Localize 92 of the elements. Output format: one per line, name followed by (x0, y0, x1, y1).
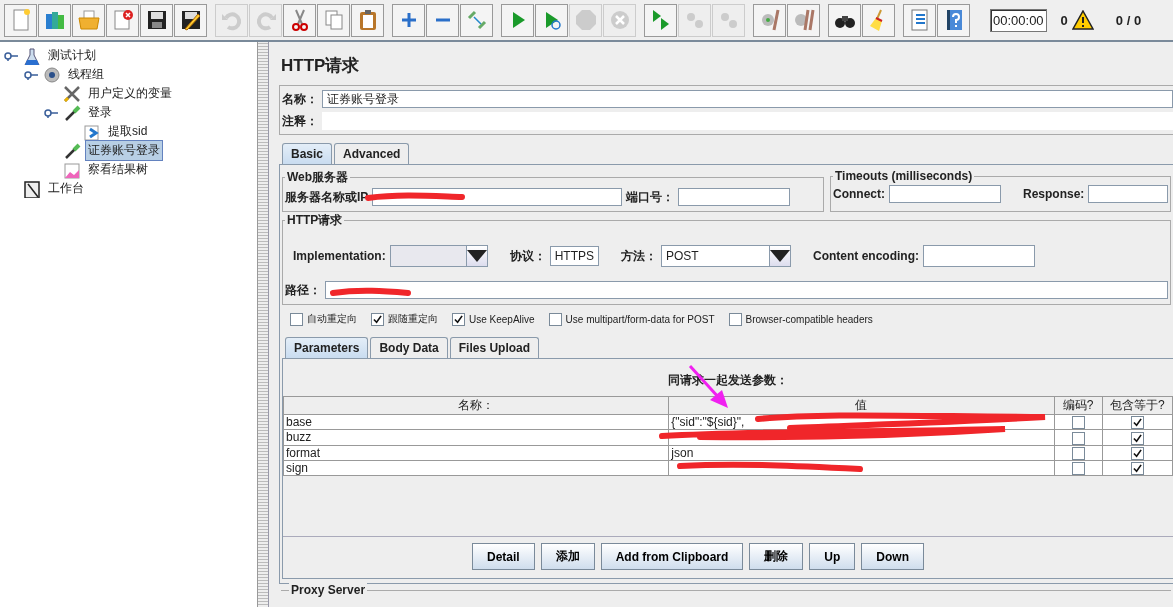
toolbar-button[interactable] (174, 3, 207, 37)
checkbox[interactable] (1071, 431, 1085, 445)
checkbox[interactable] (1071, 447, 1085, 460)
field-label: 方法： (621, 247, 657, 265)
group-title: Proxy Server (289, 583, 368, 597)
table-cell: json (668, 445, 1055, 461)
option-label: 自动重定向 (307, 312, 357, 326)
checkbox[interactable] (290, 312, 303, 326)
splitter-handle[interactable] (258, 42, 269, 607)
checkbox[interactable] (1130, 416, 1144, 429)
option-label: Browser-compatible headers (745, 313, 873, 325)
tree-item[interactable]: 线程组 (65, 64, 107, 85)
warning-icon (1071, 10, 1094, 30)
tab[interactable]: Advanced (334, 143, 410, 164)
group-title: HTTP请求 (286, 212, 344, 229)
action-button[interactable]: Up (809, 543, 856, 570)
group-title: Web服务器 (286, 169, 350, 186)
action-button[interactable]: 删除 (749, 543, 804, 570)
action-button[interactable]: Down (861, 543, 924, 570)
action-button[interactable]: 添加 (540, 543, 595, 570)
tree-item[interactable]: 证券账号登录 (85, 140, 163, 161)
checkbox[interactable] (1071, 462, 1085, 475)
field-label: Content encoding: (813, 249, 919, 263)
method-dropdown[interactable]: POST (661, 245, 791, 267)
checkbox[interactable] (728, 312, 742, 326)
group-title: Timeouts (milliseconds) (834, 169, 974, 183)
clipboard-pen-icon (22, 179, 42, 198)
tab[interactable]: Parameters (285, 337, 369, 358)
protocol-field[interactable]: HTTPS (549, 246, 599, 266)
field-label: Response: (1023, 187, 1085, 201)
checkbox[interactable] (1071, 416, 1085, 429)
warning-count: 0 (1060, 12, 1068, 28)
checkbox[interactable] (452, 312, 465, 326)
toolbar-button[interactable] (140, 3, 173, 37)
field-label: Implementation: (293, 249, 386, 263)
expand-toggle-icon[interactable] (24, 69, 38, 80)
table-cell: {"sid":"${sid}", (668, 414, 1055, 430)
tab[interactable]: Body Data (370, 337, 448, 358)
field-label: 端口号： (626, 188, 675, 206)
dropdown-arrow-icon (770, 250, 790, 262)
toolbar-button[interactable] (828, 3, 861, 37)
chart-page-icon (62, 160, 82, 179)
option-label: 跟随重定向 (388, 312, 438, 326)
tree-item[interactable]: 提取sid (105, 121, 151, 142)
elapsed-time: 00:00:00 (990, 8, 1047, 32)
dropdown-arrow-icon (466, 250, 487, 262)
expand-toggle-icon[interactable] (4, 50, 18, 61)
tree-item[interactable]: 工作台 (45, 178, 87, 199)
panel-title: HTTP请求 (281, 55, 361, 77)
field-label: 路径： (285, 281, 321, 299)
tree-item[interactable]: 登录 (85, 102, 115, 123)
column-header[interactable]: 编码? (1054, 396, 1103, 415)
checkbox[interactable] (1130, 447, 1144, 460)
minus-icon (435, 18, 450, 22)
name-field[interactable]: 证券账号登录 (322, 90, 1173, 108)
tab[interactable]: Files Upload (449, 337, 540, 358)
field-label: Connect: (833, 187, 885, 201)
field-label: 名称： (282, 90, 318, 108)
column-header[interactable]: 值 (668, 396, 1055, 415)
implementation-dropdown[interactable] (389, 245, 488, 267)
table-cell: buzz (283, 429, 669, 446)
table-cell: format (283, 445, 669, 461)
column-header[interactable]: 包含等于? (1102, 396, 1173, 415)
table-cell: sign (283, 460, 669, 476)
checkbox[interactable] (1130, 462, 1144, 475)
column-header[interactable]: 名称： (283, 396, 669, 415)
flask-icon (22, 46, 42, 65)
tree-item[interactable]: 测试计划 (45, 45, 99, 66)
action-button[interactable]: Detail (472, 543, 535, 570)
option-label: Use KeepAlive (469, 313, 535, 325)
gear-icon (42, 65, 62, 84)
action-button[interactable]: Add from Clipboard (600, 543, 744, 570)
checkbox[interactable] (371, 312, 384, 326)
response-field[interactable] (1088, 185, 1168, 203)
thread-count: 0 / 0 (1115, 12, 1142, 28)
port-field[interactable] (678, 188, 791, 206)
option-label: Use multipart/form-data for POST (565, 313, 715, 325)
tools-icon (62, 84, 82, 103)
tab[interactable]: Basic (282, 143, 333, 164)
toolbar-button[interactable] (937, 3, 970, 37)
checkbox[interactable] (1130, 431, 1144, 445)
field-label: 注释： (282, 112, 318, 130)
encoding-field[interactable] (923, 245, 1035, 267)
connect-field[interactable] (889, 185, 1001, 203)
tree-item[interactable]: 察看结果树 (85, 159, 151, 180)
tree-item[interactable]: 用户定义的变量 (85, 83, 175, 104)
path-field[interactable] (325, 281, 1168, 299)
stop-sign-icon (573, 8, 598, 32)
table-cell: base (283, 414, 669, 430)
checkbox[interactable] (548, 312, 562, 326)
field-label: 协议： (509, 247, 546, 265)
expand-toggle-icon[interactable] (44, 107, 58, 118)
